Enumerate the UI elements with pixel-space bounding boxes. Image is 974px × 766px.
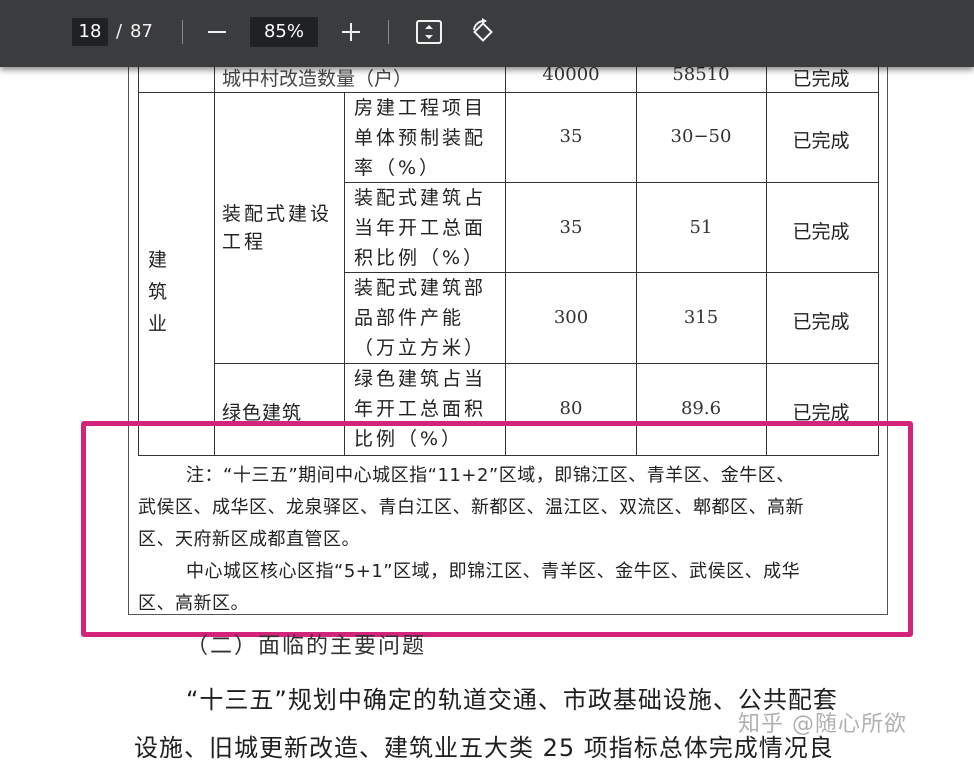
- table-cell-item: 装配式建筑部品部件产能（万立方米）: [354, 277, 487, 359]
- table-cell-target: 80: [559, 398, 583, 419]
- pdf-page: 城中村改造数量（户） 40000 58510 已完成 建 筑 业 装配式建设工程…: [0, 0, 974, 766]
- body-text-line: 设施、旧城更新改造、建筑业五大类 25 项指标总体完成情况良: [134, 734, 834, 762]
- table-cell-status: 已完成: [792, 130, 850, 152]
- table-cell-actual: 58510: [672, 64, 730, 85]
- table-group-name: 装配式建设工程: [222, 203, 333, 253]
- highlight-annotation-box: [81, 421, 913, 637]
- zoom-level-input[interactable]: 85%: [250, 17, 318, 47]
- table-line: [214, 363, 879, 364]
- table-cell-actual: 89.6: [680, 398, 722, 419]
- table-line: [344, 92, 345, 456]
- table-cell-target: 35: [559, 126, 583, 147]
- table-cell-actual: 30−50: [670, 126, 732, 147]
- toolbar-divider: [388, 20, 389, 44]
- table-cell-item: 城中村改造数量（户）: [222, 68, 413, 90]
- rotate-icon[interactable]: [468, 17, 498, 47]
- total-pages: 87: [130, 21, 153, 42]
- table-line: [214, 60, 215, 456]
- table-cell-target: 35: [559, 217, 583, 238]
- zoom-in-icon[interactable]: [338, 16, 364, 48]
- toolbar-divider: [182, 20, 183, 44]
- fit-page-icon[interactable]: [414, 17, 444, 47]
- table-cell-target: 40000: [542, 64, 600, 85]
- table-line: [766, 60, 767, 456]
- table-cell-target: 300: [553, 307, 589, 328]
- table-cell-actual: 51: [689, 217, 713, 238]
- page-separator: /: [116, 21, 123, 42]
- table-cell-item: 房建工程项目单体预制装配率（%）: [354, 97, 487, 179]
- table-cell-status: 已完成: [792, 311, 850, 333]
- table-line: [138, 92, 879, 93]
- table-cell-status: 已完成: [792, 68, 850, 90]
- pdf-toolbar: 18 / 87 85%: [0, 0, 974, 67]
- section-heading: （二）面临的主要问题: [186, 634, 427, 659]
- page-number-input[interactable]: 18: [72, 18, 108, 46]
- table-cell-status: 已完成: [792, 221, 850, 243]
- table-line: [878, 60, 879, 456]
- table-line: [138, 60, 139, 456]
- table-line: [636, 60, 637, 456]
- zoom-out-icon[interactable]: [204, 16, 230, 48]
- table-line: [505, 60, 506, 456]
- table-cell-item: 装配式建筑占当年开工总面积比例（%）: [354, 187, 487, 269]
- table-cell-actual: 315: [683, 307, 719, 328]
- table-category: 建 筑 业: [148, 249, 191, 335]
- watermark: 知乎 @随心所欲: [738, 712, 907, 737]
